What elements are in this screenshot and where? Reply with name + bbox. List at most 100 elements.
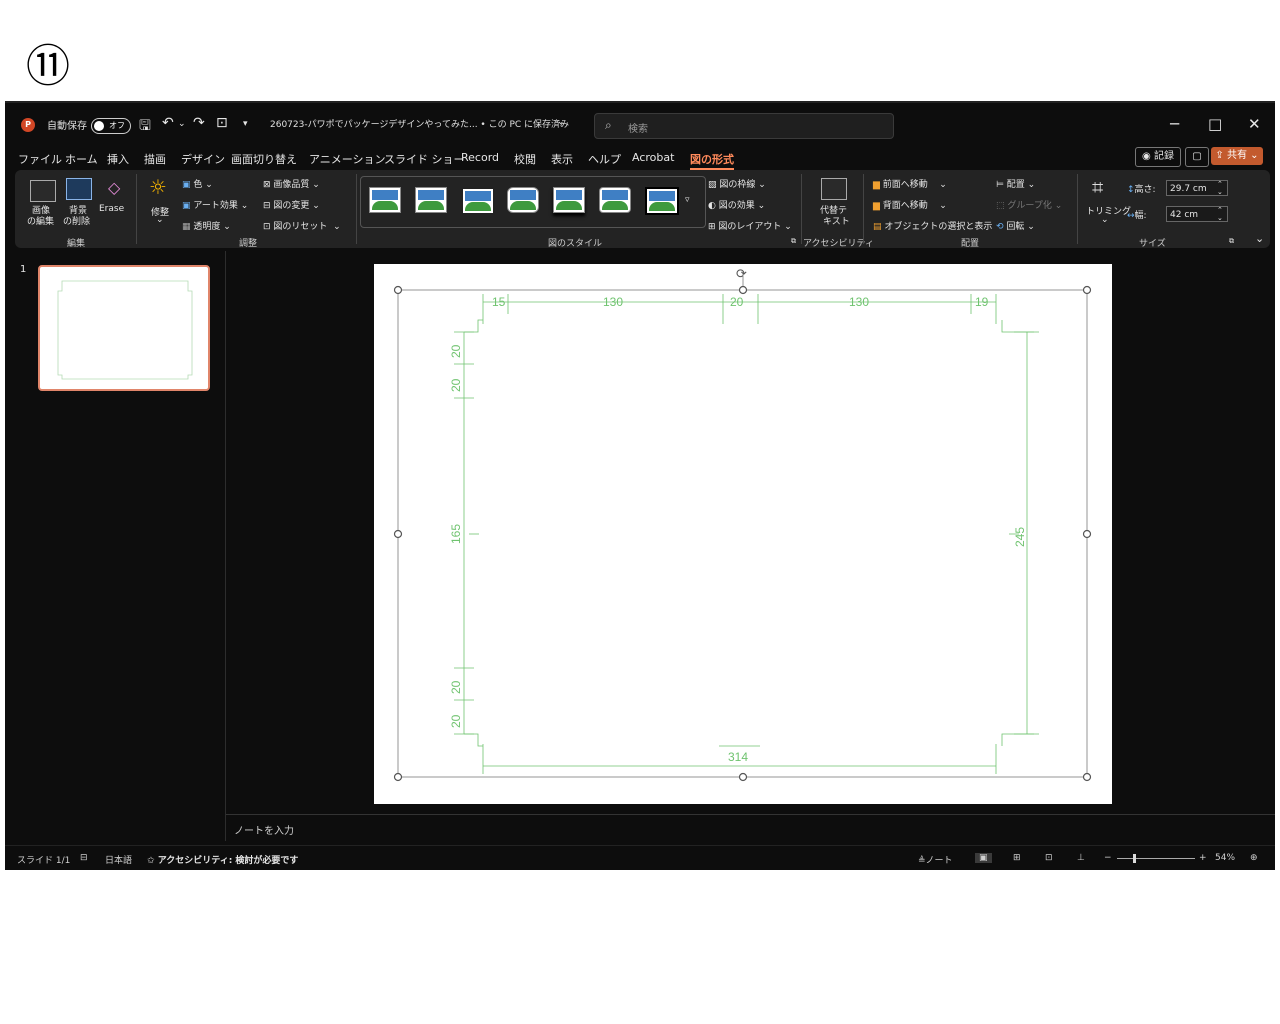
picture-style-7[interactable] xyxy=(645,187,679,215)
resize-handle[interactable] xyxy=(393,772,403,782)
picture-style-4[interactable] xyxy=(507,187,539,213)
picture-effects-button[interactable]: ◐ 図の効果 ⌄ xyxy=(708,198,765,211)
dim-top-5: 19 xyxy=(975,295,989,309)
compress-pictures-button[interactable]: ⊠ 画像品質 ⌄ xyxy=(263,177,320,190)
resize-handle[interactable] xyxy=(738,285,748,295)
tab-slideshow[interactable]: スライド ショー xyxy=(384,151,465,167)
zoom-slider-thumb[interactable] xyxy=(1133,854,1136,863)
reset-picture-button[interactable]: ⊡ 図のリセット ⌄ xyxy=(263,219,341,232)
group-button[interactable]: ⬚ グループ化 ⌄ xyxy=(996,198,1062,211)
slideshow-view-icon[interactable]: ⊥ xyxy=(1077,853,1085,863)
reading-view-icon[interactable]: ⊡ xyxy=(1045,853,1053,863)
document-title[interactable]: 260723-パワポでパッケージデザインやってみた... • この PC に保存… xyxy=(270,117,569,130)
notes-button[interactable]: ≜ノート xyxy=(918,853,953,866)
title-chevron-down-icon[interactable]: ⌄ xyxy=(557,117,565,127)
resize-handle[interactable] xyxy=(1082,529,1092,539)
selection-pane-label: オブジェクトの選択と表示 xyxy=(884,222,993,232)
tab-acrobat[interactable]: Acrobat xyxy=(632,151,674,164)
fit-slide-icon[interactable]: ⊕ xyxy=(1250,853,1258,863)
tab-file[interactable]: ファイル xyxy=(18,151,62,167)
close-button[interactable]: ✕ xyxy=(1248,115,1261,133)
undo-dropdown-icon[interactable]: ⌄ xyxy=(178,119,186,129)
tab-help[interactable]: ヘルプ xyxy=(588,151,621,167)
present-from-start-icon[interactable]: ⊡ xyxy=(216,115,228,131)
tab-design[interactable]: デザイン xyxy=(181,151,225,167)
zoom-out-icon[interactable]: − xyxy=(1104,853,1112,863)
language-indicator[interactable]: 日本語 xyxy=(105,853,132,866)
zoom-in-icon[interactable]: + xyxy=(1199,853,1207,863)
send-backward-button[interactable]: ▆ 背面へ移動 ⌄ xyxy=(873,198,947,211)
notes-pane[interactable]: ノートを入力 xyxy=(226,814,1275,845)
rotate-handle-icon[interactable]: ⟳ xyxy=(736,267,747,282)
slide-sorter-icon[interactable]: ⊞ xyxy=(1013,853,1021,863)
gallery-more-icon[interactable]: ▿ xyxy=(685,195,690,205)
dim-top-3: 20 xyxy=(730,295,744,309)
artistic-effects-button[interactable]: ▣ アート効果 ⌄ xyxy=(182,198,248,211)
size-dialog-launcher-icon[interactable]: ⧉ xyxy=(1229,237,1234,246)
resize-handle[interactable] xyxy=(393,529,403,539)
rotate-button[interactable]: ⟲ 回転 ⌄ xyxy=(996,219,1035,232)
tab-animations[interactable]: アニメーション xyxy=(309,151,386,167)
resize-handle[interactable] xyxy=(1082,772,1092,782)
resize-handle[interactable] xyxy=(1082,285,1092,295)
selection-pane-button[interactable]: ▤ オブジェクトの選択と表示 xyxy=(873,219,992,232)
picture-style-5[interactable] xyxy=(553,187,585,213)
accessibility-status[interactable]: ✩ アクセシビリティ: 検討が必要です xyxy=(147,853,298,866)
tab-draw[interactable]: 描画 xyxy=(144,151,166,167)
normal-view-icon[interactable]: ▣ xyxy=(975,853,992,863)
color-button[interactable]: ▣ 色 ⌄ xyxy=(182,177,213,190)
undo-icon[interactable]: ↶ xyxy=(162,115,174,131)
share-button[interactable]: ⇪ 共有 ⌄ xyxy=(1211,147,1263,165)
zoom-slider[interactable] xyxy=(1117,858,1195,859)
spelling-icon[interactable]: ⊟ xyxy=(80,853,88,863)
tab-home[interactable]: ホーム xyxy=(65,151,98,167)
tab-review[interactable]: 校閲 xyxy=(514,151,536,167)
width-spinner-icon[interactable]: ⌃ ⌄ xyxy=(1217,206,1223,222)
artistic-effects-icon: ▣ xyxy=(182,201,191,211)
change-picture-button[interactable]: ⊟ 図の変更 ⌄ xyxy=(263,198,320,211)
redo-icon[interactable]: ↷ xyxy=(193,115,205,131)
align-button[interactable]: ⊨ 配置 ⌄ xyxy=(996,177,1035,190)
transparency-button[interactable]: ▦ 透明度 ⌄ xyxy=(182,219,231,232)
ribbon-tabs: ファイル ホーム 挿入 描画 デザイン 画面切り替え アニメーション スライド … xyxy=(5,147,1275,170)
share-icon: ⇪ xyxy=(1215,150,1224,161)
tab-picture-format[interactable]: 図の形式 xyxy=(690,151,734,170)
bring-forward-button[interactable]: ▆ 前面へ移動 ⌄ xyxy=(873,177,947,190)
ribbon-separator xyxy=(136,174,137,244)
minimize-button[interactable]: ─ xyxy=(1170,115,1179,133)
slide-thumbnail[interactable] xyxy=(38,265,210,391)
zoom-level[interactable]: 54% xyxy=(1215,853,1235,863)
comments-button[interactable]: ▢ xyxy=(1185,147,1209,167)
tab-view[interactable]: 表示 xyxy=(551,151,573,167)
resize-handle[interactable] xyxy=(738,772,748,782)
dialog-launcher-icon[interactable]: ⧉ xyxy=(791,237,796,246)
compress-label: 画像品質 xyxy=(273,180,310,190)
autosave-toggle[interactable]: オフ xyxy=(91,118,131,134)
picture-style-1[interactable] xyxy=(369,187,401,213)
maximize-button[interactable]: □ xyxy=(1208,115,1222,133)
save-icon[interactable]: 🖫 xyxy=(139,115,151,139)
slide-canvas[interactable]: 15 130 20 130 19 20 20 165 20 20 245 314 xyxy=(374,264,1112,804)
picture-style-6[interactable] xyxy=(599,187,631,213)
tab-insert[interactable]: 挿入 xyxy=(107,151,129,167)
height-icon: ↕ xyxy=(1127,185,1135,195)
die-line-drawing[interactable]: 15 130 20 130 19 20 20 165 20 20 245 314 xyxy=(374,264,1112,804)
collapse-ribbon-icon[interactable]: ⌄ xyxy=(1255,232,1264,245)
picture-effects-icon: ◐ xyxy=(708,201,716,211)
picture-layout-button[interactable]: ⊞ 図のレイアウト ⌄ xyxy=(708,219,792,232)
height-spinner-icon[interactable]: ⌃ ⌄ xyxy=(1217,180,1223,196)
tab-record[interactable]: Record xyxy=(461,151,499,164)
comment-icon: ▢ xyxy=(1192,151,1202,162)
picture-style-2[interactable] xyxy=(415,187,447,213)
resize-handle[interactable] xyxy=(393,285,403,295)
picture-style-3[interactable] xyxy=(461,187,495,215)
customize-toolbar-icon[interactable]: ▾ xyxy=(243,119,248,129)
styles-group-label: 図のスタイル xyxy=(548,239,603,249)
autosave-state: オフ xyxy=(109,121,125,130)
send-backward-label: 背面へ移動 xyxy=(882,201,928,211)
record-button[interactable]: ◉ 記録 xyxy=(1135,147,1181,167)
tab-transitions[interactable]: 画面切り替え xyxy=(231,151,297,167)
picture-border-button[interactable]: ▧ 図の枠線 ⌄ xyxy=(708,177,766,190)
search-box[interactable]: ⌕ 検索 xyxy=(594,113,894,139)
compress-icon: ⊠ xyxy=(263,180,271,190)
